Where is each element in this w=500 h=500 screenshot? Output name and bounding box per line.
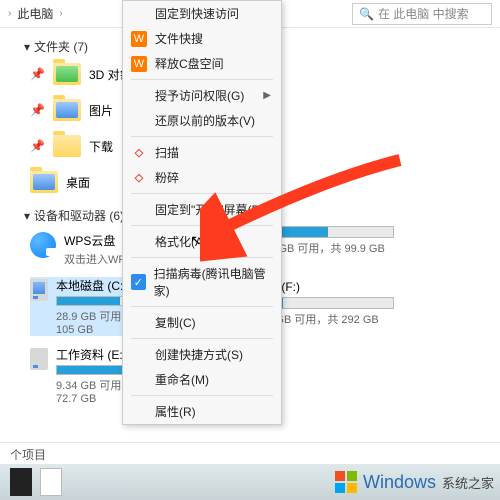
folder-icon — [53, 99, 81, 121]
blank-icon — [131, 202, 147, 218]
chevron-icon: › — [8, 8, 11, 19]
blank-icon — [131, 6, 147, 22]
menu-item[interactable]: 授予访问权限(G)▶ — [123, 83, 281, 108]
blank-icon — [131, 347, 147, 363]
chevron-down-icon: ▾ — [24, 40, 30, 54]
blank-icon — [131, 372, 147, 388]
taskbar-item[interactable] — [40, 468, 62, 496]
menu-item[interactable]: ✓扫描病毒(腾讯电脑管家) — [123, 261, 281, 303]
folder-icon — [30, 171, 58, 193]
orange-icon: W — [131, 56, 147, 72]
taskbar: Windows 系统之家 — [0, 464, 500, 500]
search-icon: 🔍 — [359, 7, 374, 21]
menu-item[interactable]: 固定到"开始"屏幕(P) — [123, 197, 281, 222]
folder-icon — [53, 63, 81, 85]
cursor-icon: ↖ — [190, 232, 202, 249]
context-menu: 固定到快速访问W文件快搜W释放C盘空间授予访问权限(G)▶还原以前的版本(V) ◇… — [122, 0, 282, 425]
blank-icon — [131, 113, 147, 129]
cloud-drive-icon — [30, 232, 56, 258]
menu-item[interactable]: ◇粉碎 — [123, 165, 281, 190]
status-bar: 个项目 — [0, 442, 500, 464]
orange-icon: W — [131, 31, 147, 47]
drive-icon — [30, 348, 48, 370]
search-input[interactable]: 🔍 在 此电脑 中搜索 — [352, 3, 492, 25]
menu-item[interactable]: 固定到快速访问 — [123, 1, 281, 26]
red-icon: ◇ — [131, 170, 147, 186]
drive-icon — [30, 279, 48, 301]
menu-item[interactable]: 创建快捷方式(S) — [123, 342, 281, 367]
pin-icon: 📌 — [30, 67, 45, 81]
blank-icon — [131, 234, 147, 250]
chevron-down-icon: ▾ — [24, 209, 30, 223]
menu-item[interactable]: W释放C盘空间 — [123, 51, 281, 76]
breadcrumb-root[interactable]: 此电脑 — [17, 5, 53, 22]
folder-icon — [53, 135, 81, 157]
menu-item[interactable]: 还原以前的版本(V) — [123, 108, 281, 133]
chevron-icon: › — [59, 8, 62, 19]
watermark: Windows 系统之家 — [335, 471, 494, 493]
menu-item[interactable]: 复制(C) — [123, 310, 281, 335]
menu-item[interactable]: 格式化(A)... — [123, 229, 281, 254]
pin-icon: 📌 — [30, 103, 45, 117]
search-placeholder: 在 此电脑 中搜索 — [378, 5, 469, 22]
menu-item[interactable]: 重命名(M) — [123, 367, 281, 392]
blank-icon — [131, 315, 147, 331]
menu-item[interactable]: ◇扫描 — [123, 140, 281, 165]
breadcrumb[interactable]: › 此电脑 › — [8, 5, 63, 22]
blue-icon: ✓ — [131, 274, 146, 290]
menu-item[interactable]: W文件快搜 — [123, 26, 281, 51]
pin-icon: 📌 — [30, 139, 45, 153]
red-icon: ◇ — [131, 145, 147, 161]
windows-logo-icon — [335, 471, 357, 493]
taskbar-item[interactable] — [10, 468, 32, 496]
blank-icon — [131, 88, 147, 104]
submenu-arrow-icon: ▶ — [263, 90, 271, 101]
blank-icon — [131, 404, 147, 420]
menu-item[interactable]: 属性(R) — [123, 399, 281, 424]
